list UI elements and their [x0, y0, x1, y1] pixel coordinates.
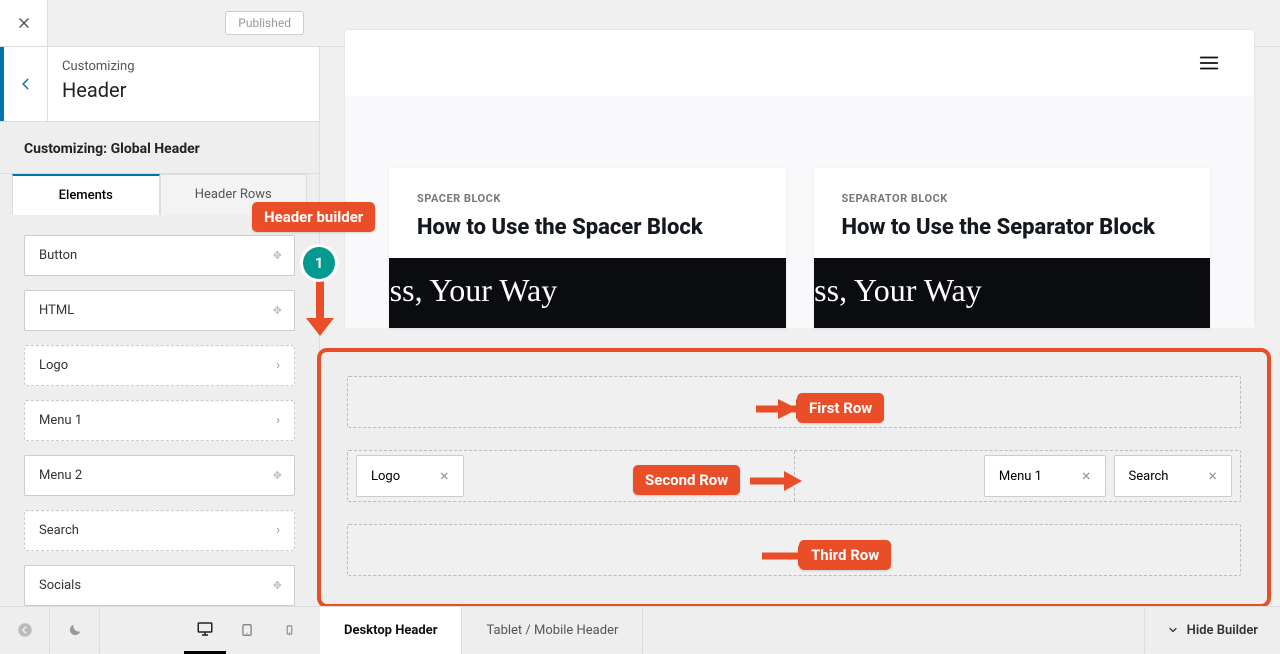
moon-icon: [67, 622, 83, 638]
preview-card: SEPARATOR BLOCK How to Use the Separator…: [814, 168, 1211, 328]
mobile-icon: [284, 621, 295, 639]
element-label: Menu 2: [39, 468, 82, 483]
device-tablet-button[interactable]: [226, 607, 268, 654]
right-chip-group: Menu 1 × Search ×: [984, 455, 1232, 497]
card-title: How to Use the Separator Block: [814, 215, 1211, 258]
chip-label: Menu 1: [999, 469, 1042, 484]
device-switcher: [184, 607, 320, 654]
center-divider: [794, 451, 795, 501]
tab-mobile-header[interactable]: Tablet / Mobile Header: [462, 607, 643, 654]
elements-list: Button ✥ HTML ✥ Logo › Menu 1 › Menu 2 ✥…: [0, 215, 319, 606]
drag-handle-icon: ✥: [273, 249, 280, 262]
annotation-step-badge: 1: [303, 247, 335, 279]
panel-titles: Customizing Header: [48, 47, 149, 121]
card-hero: dPress, Your Way: [389, 258, 786, 328]
chip-label: Search: [1129, 469, 1169, 484]
footer-icons-bar: [0, 606, 320, 653]
element-socials[interactable]: Socials ✥: [24, 565, 295, 606]
builder-first-row[interactable]: [347, 376, 1241, 428]
element-menu1[interactable]: Menu 1 ›: [24, 400, 295, 441]
mobile-menu-toggle[interactable]: [1198, 52, 1220, 74]
preview-header: [345, 30, 1254, 96]
circle-left-icon: [16, 621, 34, 639]
subheading-text: Customizing: Global Header: [24, 141, 200, 157]
chip-search[interactable]: Search ×: [1114, 455, 1232, 497]
element-button[interactable]: Button ✥: [24, 235, 295, 276]
show-controls-button[interactable]: [0, 607, 50, 654]
page-title: Header: [62, 78, 135, 102]
dark-mode-button[interactable]: [50, 607, 100, 654]
chevron-left-icon: [19, 77, 33, 91]
header-builder-area: Logo × Menu 1 × Search ×: [317, 348, 1271, 608]
preview-card: SPACER BLOCK How to Use the Spacer Block…: [389, 168, 786, 328]
chevron-down-icon: [1167, 624, 1179, 636]
device-mobile-button[interactable]: [268, 607, 310, 654]
builder-tabs-bar: Desktop Header Tablet / Mobile Header Hi…: [320, 606, 1280, 653]
hide-builder-button[interactable]: Hide Builder: [1144, 607, 1280, 654]
breadcrumb: Customizing: [62, 59, 135, 74]
element-label: Button: [39, 248, 77, 263]
element-label: Socials: [39, 578, 81, 593]
element-html[interactable]: HTML ✥: [24, 290, 295, 331]
tab-desktop-header[interactable]: Desktop Header: [320, 607, 462, 654]
chevron-right-icon: ›: [276, 413, 280, 428]
element-label: Menu 1: [39, 413, 82, 428]
panel-header: Customizing Header: [0, 47, 319, 122]
annotation-third-row: Third Row: [799, 540, 891, 570]
builder-third-row[interactable]: [347, 524, 1241, 576]
element-search[interactable]: Search ›: [24, 510, 295, 551]
chip-menu1[interactable]: Menu 1 ×: [984, 455, 1106, 497]
hamburger-icon: [1198, 52, 1220, 74]
remove-chip-icon[interactable]: ×: [1082, 468, 1091, 484]
chip-logo[interactable]: Logo ×: [356, 455, 464, 497]
element-label: HTML: [39, 303, 74, 318]
drag-handle-icon: ✥: [273, 304, 280, 317]
element-menu2[interactable]: Menu 2 ✥: [24, 455, 295, 496]
tab-elements[interactable]: Elements: [12, 174, 160, 215]
card-kicker: SPACER BLOCK: [389, 168, 786, 215]
builder-second-row[interactable]: Logo × Menu 1 × Search ×: [347, 450, 1241, 502]
annotation-first-row: First Row: [797, 393, 884, 423]
card-hero: dPress, Your Way: [814, 258, 1211, 328]
desktop-icon: [195, 620, 215, 638]
customizer-panel: Customizing Header Customizing: Global H…: [0, 47, 320, 606]
element-label: Logo: [39, 358, 68, 373]
hide-builder-label: Hide Builder: [1187, 623, 1258, 638]
element-label: Search: [39, 523, 79, 538]
tablet-icon: [240, 621, 254, 639]
element-logo[interactable]: Logo ›: [24, 345, 295, 386]
chevron-right-icon: ›: [276, 358, 280, 373]
chip-label: Logo: [371, 469, 400, 484]
chevron-right-icon: ›: [276, 523, 280, 538]
close-icon: [17, 16, 31, 30]
site-preview: SPACER BLOCK How to Use the Spacer Block…: [345, 30, 1254, 326]
card-kicker: SEPARATOR BLOCK: [814, 168, 1211, 215]
annotation-header-builder: Header builder: [252, 202, 375, 232]
published-button[interactable]: Published: [225, 11, 304, 35]
annotation-second-row: Second Row: [633, 465, 740, 495]
drag-handle-icon: ✥: [273, 469, 280, 482]
remove-chip-icon[interactable]: ×: [440, 468, 449, 484]
card-title: How to Use the Spacer Block: [389, 215, 786, 258]
preview-content: SPACER BLOCK How to Use the Spacer Block…: [345, 96, 1254, 328]
drag-handle-icon: ✥: [273, 579, 280, 592]
back-button[interactable]: [0, 47, 48, 121]
footer-left-group: [0, 607, 100, 654]
close-customizer-button[interactable]: [0, 0, 48, 47]
panel-subheading: Customizing: Global Header: [0, 122, 319, 174]
device-desktop-button[interactable]: [184, 607, 226, 654]
remove-chip-icon[interactable]: ×: [1208, 468, 1217, 484]
